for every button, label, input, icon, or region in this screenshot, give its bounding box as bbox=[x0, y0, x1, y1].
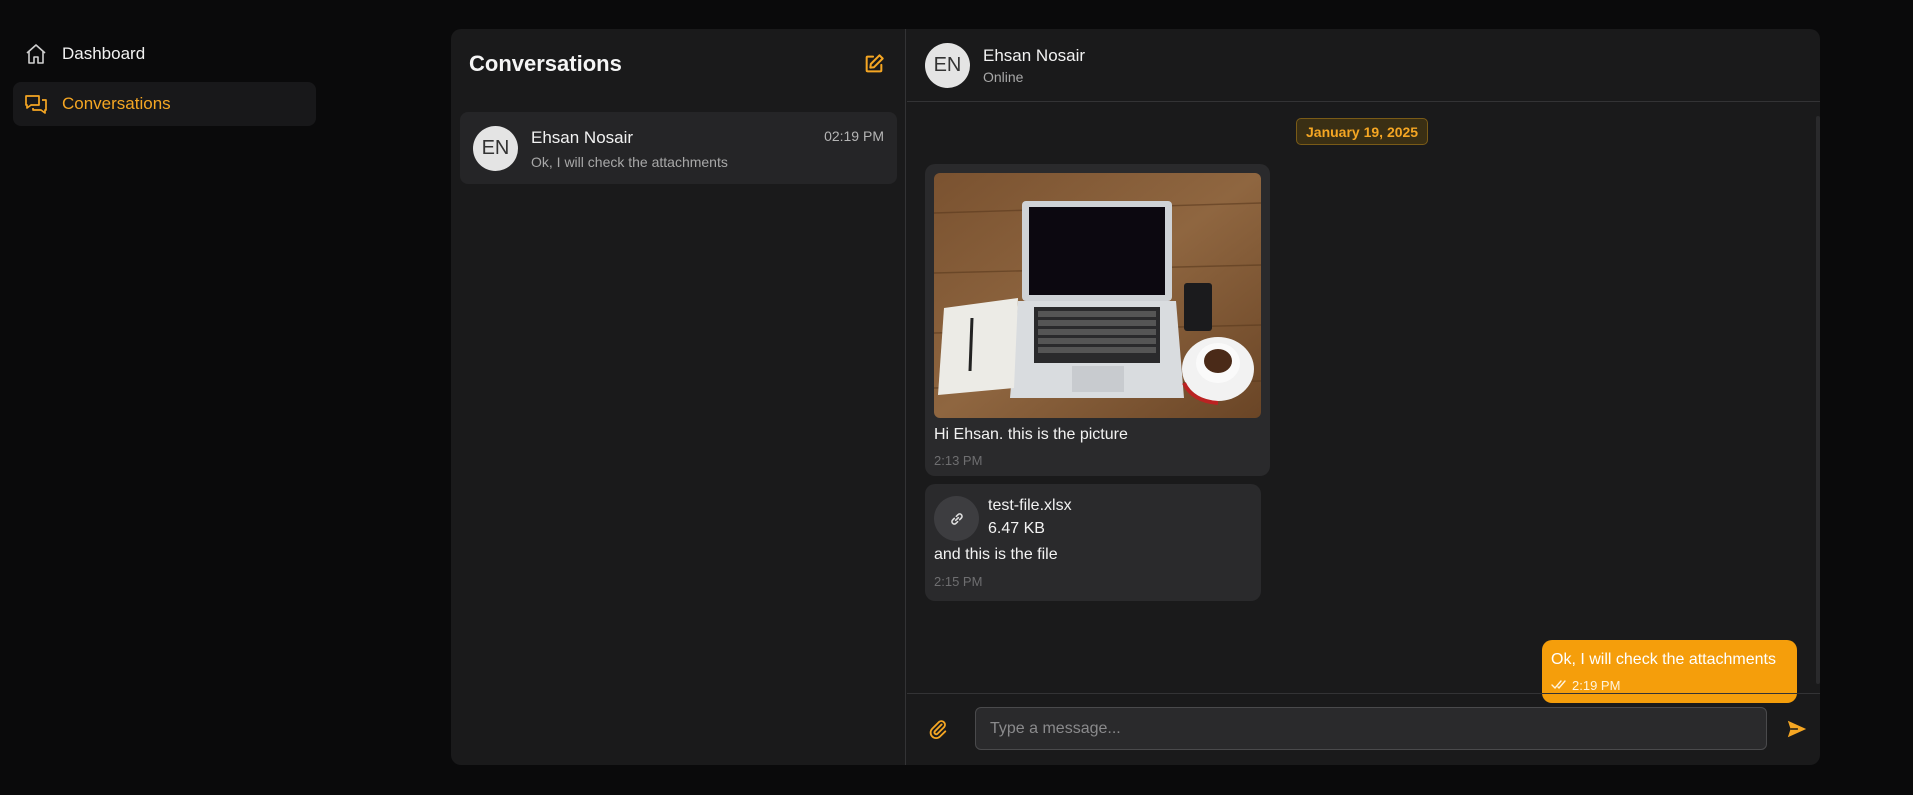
sidebar-item-label: Dashboard bbox=[62, 44, 146, 63]
link-icon[interactable] bbox=[934, 496, 979, 541]
chat-icon bbox=[22, 90, 50, 118]
date-separator: January 19, 2025 bbox=[1296, 118, 1429, 145]
chat-contact-name: Ehsan Nosair bbox=[983, 46, 1086, 65]
message-image[interactable] bbox=[934, 173, 1261, 418]
avatar: EN bbox=[925, 43, 970, 88]
chat-header: EN Ehsan Nosair Online bbox=[907, 29, 1820, 102]
message-bubble-received: Hi Ehsan. this is the picture 2:13 PM bbox=[925, 164, 1270, 476]
messenger-panel: Conversations EN Ehsan Nosair Ok, I will… bbox=[451, 29, 1820, 765]
edit-icon[interactable] bbox=[861, 51, 887, 77]
message-input[interactable] bbox=[975, 707, 1767, 750]
paperclip-icon[interactable] bbox=[923, 714, 953, 744]
send-icon[interactable] bbox=[1782, 714, 1812, 744]
message-bubble-received: test-file.xlsx 6.47 KB and this is the f… bbox=[925, 484, 1261, 601]
home-icon bbox=[22, 40, 50, 68]
message-text: Hi Ehsan. this is the picture bbox=[934, 426, 1128, 443]
sidebar-item-conversations[interactable]: Conversations bbox=[13, 82, 316, 126]
sidebar-item-label: Conversations bbox=[62, 94, 171, 113]
message-time: 2:13 PM bbox=[934, 453, 983, 468]
conversations-header: Conversations bbox=[451, 29, 905, 99]
conversations-title: Conversations bbox=[469, 51, 622, 76]
message-composer bbox=[907, 693, 1820, 765]
message-list: January 19, 2025 Hi Ehsan. this is the p… bbox=[907, 102, 1820, 703]
message-time: 2:19 PM bbox=[1572, 678, 1621, 693]
conversation-time: 02:19 PM bbox=[824, 128, 884, 144]
message-text: and this is the file bbox=[934, 546, 1058, 563]
sidebar: Dashboard Conversations bbox=[13, 32, 316, 132]
conversation-name: Ehsan Nosair bbox=[531, 128, 634, 147]
scrollbar[interactable] bbox=[1816, 116, 1820, 684]
conversation-preview: Ok, I will check the attachments bbox=[531, 154, 728, 170]
message-time: 2:15 PM bbox=[934, 574, 983, 589]
conversations-list: Conversations EN Ehsan Nosair Ok, I will… bbox=[451, 29, 906, 765]
file-size: 6.47 KB bbox=[988, 520, 1045, 537]
avatar: EN bbox=[473, 126, 518, 171]
conversation-item[interactable]: EN Ehsan Nosair Ok, I will check the att… bbox=[460, 112, 897, 184]
sidebar-item-dashboard[interactable]: Dashboard bbox=[13, 32, 316, 76]
chat-window: EN Ehsan Nosair Online January 19, 2025 bbox=[907, 29, 1820, 765]
message-text: Ok, I will check the attachments bbox=[1551, 651, 1776, 668]
chat-contact-status: Online bbox=[983, 69, 1024, 85]
file-name[interactable]: test-file.xlsx bbox=[988, 497, 1072, 515]
